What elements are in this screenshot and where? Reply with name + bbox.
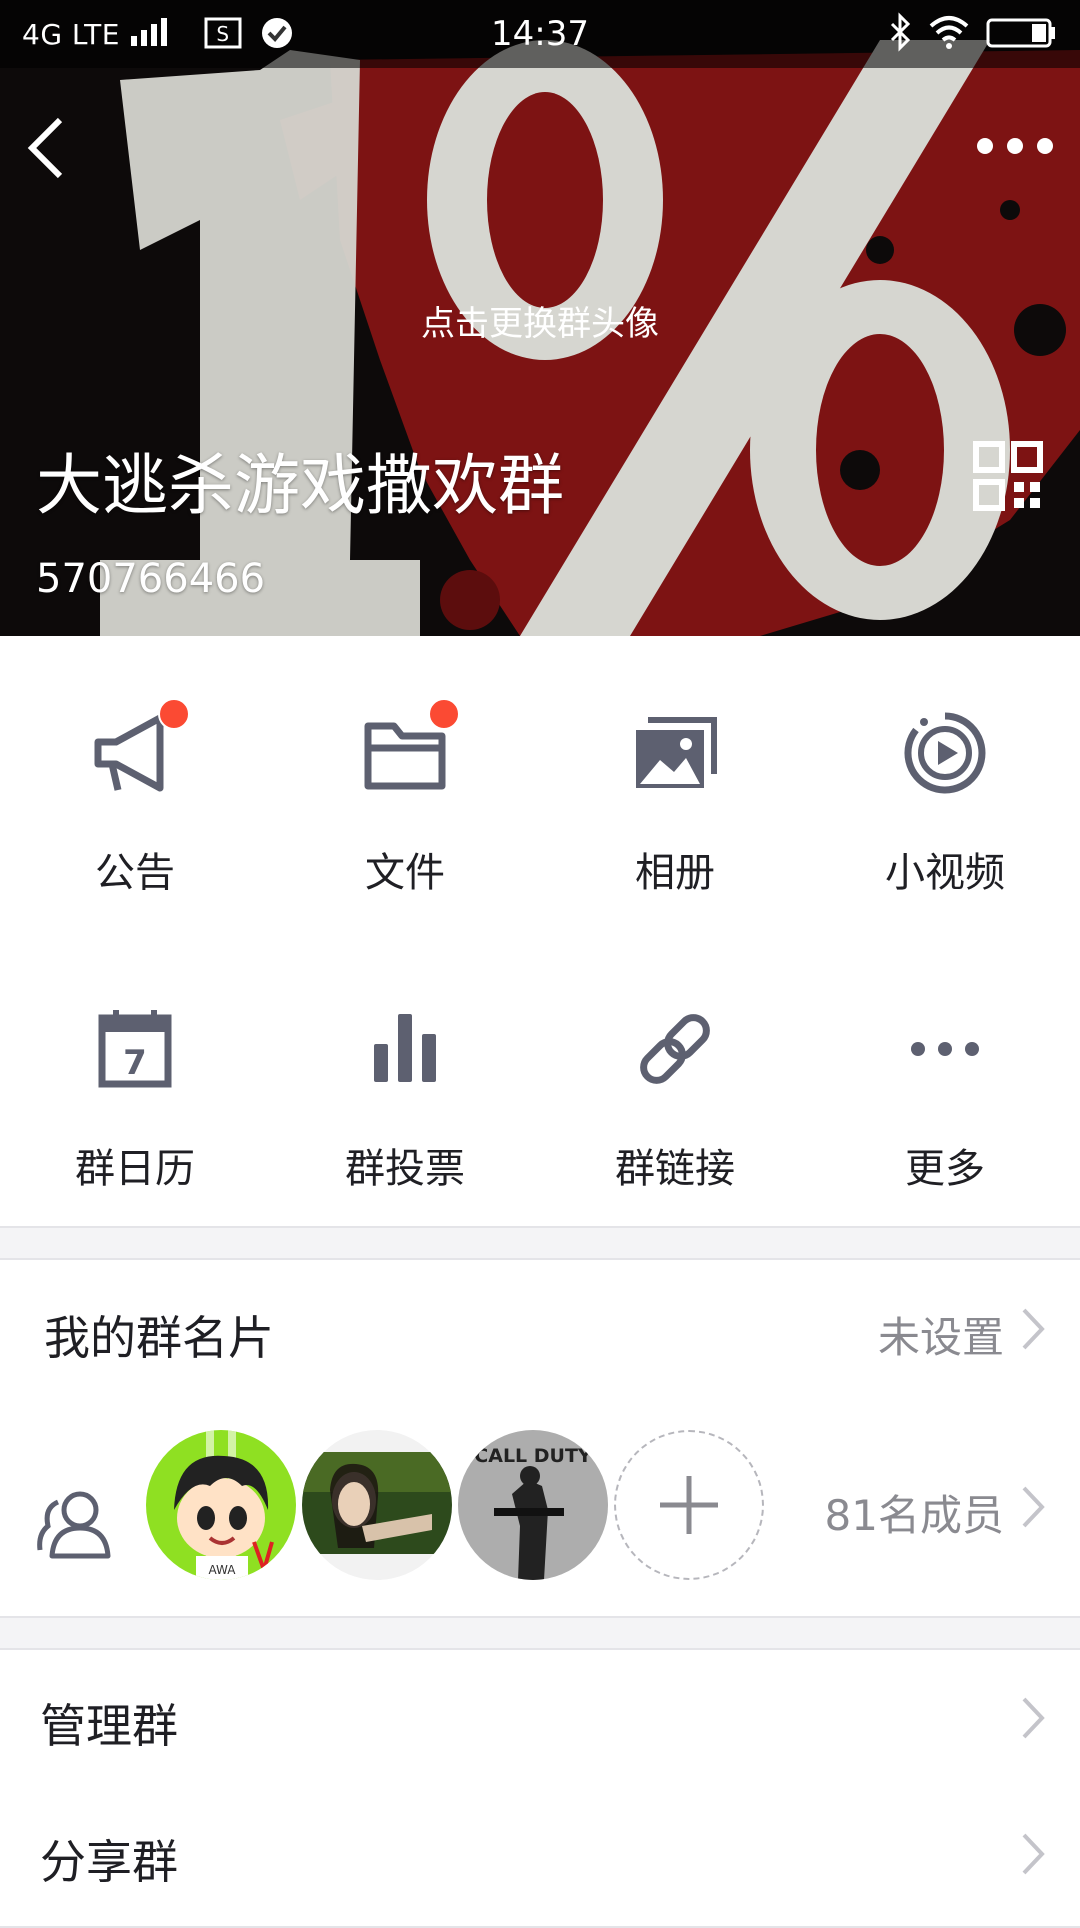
bluetooth-icon <box>890 12 910 52</box>
feature-label: 群投票 <box>345 1146 465 1192</box>
qr-code-button[interactable] <box>972 440 1044 512</box>
photo-album-icon <box>636 717 717 788</box>
ellipsis-icon <box>911 1042 979 1056</box>
plus-icon <box>660 1476 718 1534</box>
link-icon <box>640 1014 710 1084</box>
feature-files[interactable]: 文件 <box>270 636 540 932</box>
member-avatar[interactable]: CALL DUTY <box>458 1430 608 1580</box>
invite-member-button[interactable] <box>614 1430 764 1580</box>
feature-short-video[interactable]: 小视频 <box>810 636 1080 932</box>
my-card-title: 我的群名片 <box>44 1311 274 1365</box>
share-group-row[interactable]: 分享群 <box>0 1786 1080 1928</box>
new-badge <box>428 698 460 730</box>
avatar-text: CALL DUTY <box>474 1445 592 1467</box>
group-name: 大逃杀游戏撒欢群 <box>36 447 564 524</box>
chevron-right-icon <box>1022 1308 1045 1350</box>
battery-icon <box>986 18 1055 48</box>
feature-album[interactable]: 相册 <box>540 636 810 932</box>
members-icon <box>37 1491 111 1559</box>
manage-group-label: 管理群 <box>40 1699 178 1753</box>
avatar-text: AWA <box>209 1563 237 1577</box>
system-status <box>888 12 1058 56</box>
feature-label: 相册 <box>635 850 715 896</box>
feature-label: 群日历 <box>75 1146 195 1192</box>
feature-announcement[interactable]: 公告 <box>0 636 270 932</box>
manage-group-row[interactable]: 管理群 <box>0 1648 1080 1788</box>
feature-label: 小视频 <box>885 850 1005 896</box>
feature-label: 更多 <box>905 1146 985 1192</box>
my-card-value: 未设置 <box>877 1313 1004 1362</box>
cartoon-avatar: AWA <box>146 1430 296 1580</box>
group-id: 570766466 <box>36 556 266 602</box>
feature-label: 群链接 <box>615 1146 735 1192</box>
share-group-label: 分享群 <box>40 1835 178 1889</box>
change-avatar-hint[interactable]: 点击更换群头像 <box>0 296 1080 345</box>
feature-more[interactable]: 更多 <box>810 932 1080 1228</box>
chevron-right-icon <box>1022 1697 1045 1739</box>
feature-label: 公告 <box>95 850 175 896</box>
video-icon <box>904 712 986 794</box>
new-badge <box>158 698 190 730</box>
more-menu-button[interactable] <box>970 128 1060 164</box>
status-bar: 4G LTE S 14:37 <box>0 0 1080 68</box>
group-cover[interactable]: 4G LTE S 14:37 点击更换群头像 大逃杀游戏撒欢群 57076646… <box>0 0 1080 636</box>
photo-avatar <box>302 1430 452 1580</box>
my-group-card-row[interactable]: 我的群名片 未设置 <box>0 1258 1080 1398</box>
calendar-icon: 7 <box>98 1010 172 1088</box>
feature-calendar[interactable]: 7 群日历 <box>0 932 270 1228</box>
calendar-day: 7 <box>123 1043 147 1083</box>
chevron-right-icon <box>1022 1833 1045 1875</box>
feature-vote[interactable]: 群投票 <box>270 932 540 1228</box>
game-avatar: CALL DUTY <box>458 1430 608 1580</box>
members-row[interactable]: AWA CALL DUTY 81名成员 <box>0 1396 1080 1618</box>
member-avatar[interactable]: AWA <box>146 1430 296 1580</box>
member-count: 81名成员 <box>824 1491 1004 1540</box>
feature-link[interactable]: 群链接 <box>540 932 810 1228</box>
feature-label: 文件 <box>365 850 445 896</box>
member-avatar[interactable] <box>302 1430 452 1580</box>
bar-chart-icon <box>374 1014 436 1082</box>
back-button[interactable] <box>18 108 78 188</box>
wifi-icon <box>929 16 969 49</box>
feature-grid: 公告 文件 相册 小视频 7 群日历 群投票 群链接 更多 <box>0 636 1080 1228</box>
chevron-right-icon <box>1022 1486 1045 1528</box>
